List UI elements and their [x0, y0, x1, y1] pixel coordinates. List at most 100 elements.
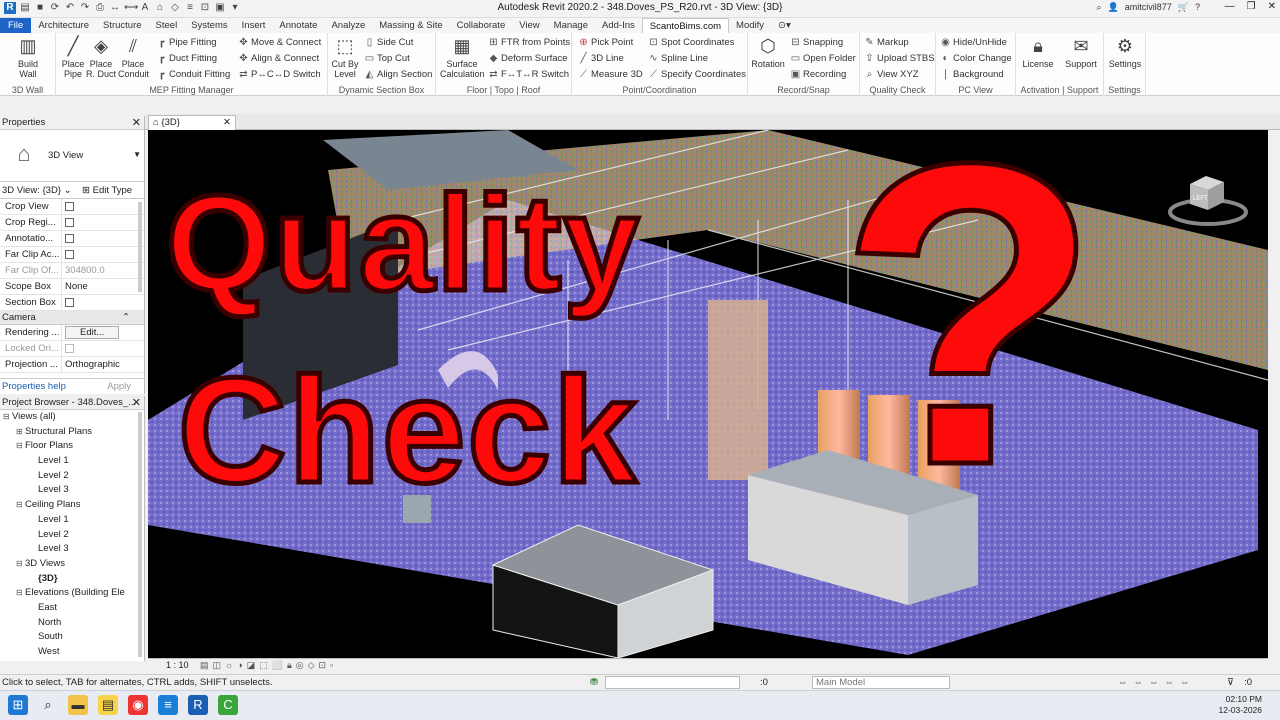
rotation-button[interactable]: ⬡ Rotation [750, 35, 786, 69]
expand-toggle-icon[interactable]: ⊞ [16, 425, 25, 440]
pipe-fitting-button[interactable]: ┏ Pipe Fitting [156, 36, 216, 50]
browser-node[interactable]: ⊞ Structural Plans [0, 425, 144, 440]
properties-help-link[interactable]: Properties help [0, 381, 66, 392]
filter-icon[interactable]: ⊽ [1227, 675, 1234, 690]
close-icon[interactable]: ✕ [223, 116, 231, 130]
close-icon[interactable]: ✕ [132, 396, 141, 410]
ribbon-toggle-icon[interactable]: ⊙▾ [771, 18, 798, 33]
side-cut-button[interactable]: ▯ Side Cut [364, 36, 414, 50]
browser-node[interactable]: Level 1 [0, 454, 144, 469]
top-cut-button[interactable]: ▭ Top Cut [364, 52, 410, 66]
spot-coordinates-button[interactable]: ⊡ Spot Coordinates [648, 36, 734, 50]
browser-node[interactable]: Level 2 [0, 528, 144, 543]
tab-architecture[interactable]: Architecture [31, 18, 96, 33]
ftr-from-points-button[interactable]: ⊞ FTR from Points [488, 36, 570, 50]
shadows-icon[interactable]: ◑ [237, 659, 242, 672]
browser-node[interactable]: North [0, 616, 144, 631]
duct-fitting-button[interactable]: ┏ Duct Fitting [156, 52, 217, 66]
visual-style-icon[interactable]: ◫ [213, 659, 222, 672]
select-underlay-icon[interactable]: ⇔ [1134, 675, 1144, 690]
expand-toggle-icon[interactable]: ⊟ [3, 410, 12, 425]
tab-file[interactable]: File [0, 18, 32, 33]
tab-view[interactable]: View [512, 18, 546, 33]
viewport-scrollbar[interactable] [1270, 130, 1278, 658]
workset-selector[interactable] [605, 676, 740, 689]
browser-node[interactable]: ⊟ Floor Plans [0, 439, 144, 454]
support-button[interactable]: ✉ Support [1064, 35, 1098, 69]
crop-region-checkbox[interactable] [65, 218, 74, 227]
deform-surface-button[interactable]: ◆ Deform Surface [488, 52, 568, 66]
render-icon[interactable]: ◪ [247, 659, 256, 672]
select-links-icon[interactable]: ⇔ [1118, 675, 1128, 690]
3d-line-button[interactable]: ╱ 3D Line [578, 52, 623, 66]
minimize-icon[interactable]: — [1225, 1, 1235, 12]
view-xyz-button[interactable]: ⌕ View XYZ [864, 68, 919, 82]
tab-steel[interactable]: Steel [149, 18, 185, 33]
close-icon[interactable]: ✕ [1268, 1, 1276, 12]
help-icon[interactable]: ? [1195, 2, 1200, 13]
annotation-crop-checkbox[interactable] [65, 234, 74, 243]
browser-node[interactable]: East [0, 601, 144, 616]
browser-node[interactable]: Level 3 [0, 542, 144, 557]
tab-manage[interactable]: Manage [547, 18, 595, 33]
tab-massing-site[interactable]: Massing & Site [372, 18, 449, 33]
browser-node[interactable]: Level 1 [0, 513, 144, 528]
expand-toggle-icon[interactable]: ⊟ [16, 586, 25, 601]
select-pinned-icon[interactable]: ⇔ [1149, 675, 1159, 690]
browser-node[interactable]: ⊟ Ceiling Plans [0, 498, 144, 513]
tab-annotate[interactable]: Annotate [272, 18, 324, 33]
tab-modify[interactable]: Modify [729, 18, 771, 33]
group-camera[interactable]: Camera ⌃ [0, 311, 144, 325]
close-icon[interactable]: ✕ [132, 116, 141, 130]
settings-button[interactable]: ⚙ Settings [1108, 35, 1142, 69]
type-selector[interactable]: ⌂ 3D View ▼ [0, 130, 144, 182]
place-rduct-button[interactable]: ◈ Place R. Duct [86, 35, 116, 79]
windows-start-icon[interactable]: ⊞ [8, 695, 28, 715]
browser-node[interactable]: ⊟ Views (all) [0, 410, 144, 425]
worksets-icon[interactable]: ⛃ [590, 675, 598, 690]
rendering-edit-button[interactable]: Edit... [65, 326, 120, 339]
browser-scrollbar[interactable] [138, 412, 142, 657]
model-selector[interactable]: Main Model [812, 676, 950, 689]
place-conduit-button[interactable]: ⫽ Place Conduit [118, 35, 149, 79]
upload-stbs-button[interactable]: ⇪ Upload STBS [864, 52, 934, 66]
pcd-switch-button[interactable]: ⇄ P↔C↔D Switch [238, 68, 320, 82]
sun-path-icon[interactable]: ☼ [225, 659, 233, 672]
browser-node[interactable]: Level 2 [0, 469, 144, 484]
tab-analyze[interactable]: Analyze [324, 18, 372, 33]
tab-collaborate[interactable]: Collaborate [450, 18, 513, 33]
apply-button[interactable]: Apply [107, 379, 131, 395]
edit-type-button[interactable]: ⊞ Edit Type [82, 182, 132, 199]
surface-calculation-button[interactable]: ▦ Surface Calculation [440, 35, 485, 79]
expand-toggle-icon[interactable]: ⊟ [16, 439, 25, 454]
3d-viewport[interactable]: Quality Check ? LEFT [148, 130, 1268, 658]
reveal-hidden-icon[interactable]: ◇ [308, 659, 315, 672]
browser-node[interactable]: {3D} [0, 572, 144, 587]
specify-coordinates-button[interactable]: ⟋ Specify Coordinates [648, 68, 746, 82]
cut-by-level-button[interactable]: ⬚ Cut By Level [330, 35, 360, 79]
tab-add-ins[interactable]: Add-Ins [595, 18, 642, 33]
sticky-notes-icon[interactable]: ▤ [98, 695, 118, 715]
browser-node[interactable]: ⊟ Elevations (Building Ele [0, 586, 144, 601]
camtasia-icon[interactable]: C [218, 695, 238, 715]
detail-level-icon[interactable]: ▤ [200, 659, 209, 672]
tab-structure[interactable]: Structure [96, 18, 149, 33]
browser-node[interactable]: Level 3 [0, 483, 144, 498]
crop-view-checkbox[interactable] [65, 202, 74, 211]
browser-node[interactable]: ⊟ 3D Views [0, 557, 144, 572]
analytical-icon[interactable]: ⊡ [319, 659, 327, 672]
tab-3d-view[interactable]: ⌂ {3D} ✕ [148, 115, 236, 130]
conduit-fitting-button[interactable]: ┏ Conduit Fitting [156, 68, 230, 82]
license-button[interactable]: 🔒︎ License [1022, 35, 1054, 69]
align-section-button[interactable]: ◭ Align Section [364, 68, 433, 82]
section-box-checkbox[interactable] [65, 298, 74, 307]
open-folder-button[interactable]: ▭ Open Folder [790, 52, 856, 66]
tab-insert[interactable]: Insert [235, 18, 273, 33]
view-scale[interactable]: 1 : 10 [166, 659, 189, 672]
user-name[interactable]: amitcivil877 [1125, 2, 1172, 13]
restore-icon[interactable]: ❐ [1247, 1, 1256, 12]
temp-hide-icon[interactable]: ◎ [296, 659, 304, 672]
hide-unhide-button[interactable]: ◉ Hide/UnHide [940, 36, 1007, 50]
drag-elements-icon[interactable]: ⇔ [1180, 675, 1190, 690]
align-connect-button[interactable]: ✥ Align & Connect [238, 52, 319, 66]
